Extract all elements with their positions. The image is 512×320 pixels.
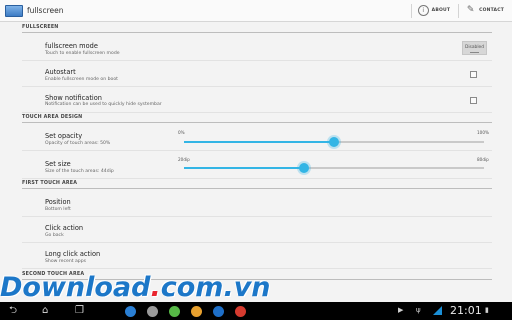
opacity-max-label: 100% bbox=[477, 130, 489, 135]
pref-summary: Opacity of touch areas: 50% bbox=[45, 141, 111, 146]
window-icon[interactable] bbox=[5, 4, 23, 17]
action-bar: fullscreen i ABOUT ✎ CONTACT bbox=[0, 0, 512, 22]
category-first-touch-area: FIRST TOUCH AREA bbox=[22, 181, 492, 189]
pref-title: Position bbox=[45, 198, 71, 206]
app-title: fullscreen bbox=[27, 6, 64, 15]
pref-summary: Show recent apps bbox=[45, 259, 87, 264]
slider-thumb[interactable] bbox=[299, 163, 309, 173]
slider-thumb[interactable] bbox=[329, 137, 339, 147]
category-fullscreen: FULLSCREEN bbox=[22, 25, 492, 33]
dock-app-icon[interactable] bbox=[213, 306, 224, 317]
pref-title: fullscreen mode bbox=[45, 42, 98, 50]
battery-icon: ▮ bbox=[485, 306, 489, 314]
dock-app-icon[interactable] bbox=[191, 306, 202, 317]
watermark-dot: . bbox=[150, 272, 161, 303]
toggle-indicator bbox=[470, 52, 479, 53]
clock[interactable]: 21:01 bbox=[450, 304, 482, 317]
slider-fill bbox=[184, 141, 334, 143]
size-max-label: 80dip bbox=[477, 157, 489, 162]
toggle-label: Disabled bbox=[464, 45, 485, 50]
usb-icon: ψ bbox=[416, 306, 421, 314]
size-min-label: 20dip bbox=[178, 157, 190, 162]
signal-icon bbox=[433, 306, 442, 315]
action-separator bbox=[458, 3, 460, 18]
pencil-icon: ✎ bbox=[466, 5, 475, 15]
about-label: ABOUT bbox=[431, 8, 451, 13]
pref-summary: Touch to enable fullscreen mode bbox=[45, 51, 120, 56]
info-icon: i bbox=[417, 5, 429, 16]
pref-title: Show notification bbox=[45, 94, 102, 102]
pref-position[interactable]: Position Bottom left bbox=[22, 191, 492, 217]
slider-fill bbox=[184, 167, 304, 169]
pref-summary: Notification can be used to quickly hide… bbox=[45, 102, 162, 107]
recent-apps-icon[interactable]: ❐ bbox=[75, 305, 84, 317]
dock-app-icon[interactable] bbox=[147, 306, 158, 317]
size-slider[interactable] bbox=[184, 163, 484, 173]
pref-fullscreen-mode[interactable]: fullscreen mode Touch to enable fullscre… bbox=[22, 34, 492, 61]
category-touch-area-design: TOUCH AREA DESIGN bbox=[22, 115, 492, 123]
download-watermark-logo: Download.com.vn bbox=[0, 272, 271, 303]
notification-checkbox[interactable] bbox=[470, 97, 477, 104]
contact-label: CONTACT bbox=[479, 8, 504, 13]
pref-title: Autostart bbox=[45, 68, 76, 76]
watermark-domain: com.vn bbox=[160, 272, 271, 303]
pref-autostart[interactable]: Autostart Enable fullscreen mode on boot bbox=[22, 62, 492, 87]
autostart-checkbox[interactable] bbox=[470, 71, 477, 78]
pref-show-notification[interactable]: Show notification Notification can be us… bbox=[22, 88, 492, 113]
pref-summary: Enable fullscreen mode on boot bbox=[45, 77, 118, 82]
contact-button[interactable]: ✎ CONTACT bbox=[465, 5, 504, 16]
about-button[interactable]: i ABOUT bbox=[417, 5, 451, 16]
pref-long-click-action[interactable]: Long click action Show recent apps bbox=[22, 243, 492, 269]
pref-click-action[interactable]: Click action Go back bbox=[22, 217, 492, 243]
watermark-text: Download bbox=[0, 272, 151, 303]
fullscreen-toggle-button[interactable]: Disabled bbox=[462, 41, 487, 55]
pref-title: Set size bbox=[45, 160, 71, 168]
opacity-min-label: 0% bbox=[178, 130, 185, 135]
dock-app-icon[interactable] bbox=[125, 306, 136, 317]
home-icon[interactable]: ⌂ bbox=[42, 305, 48, 317]
dock-app-icon[interactable] bbox=[169, 306, 180, 317]
pref-title: Long click action bbox=[45, 250, 101, 258]
system-bar: ⮌ ⌂ ❐ ▶ ψ 21:01 ▮ bbox=[0, 302, 512, 320]
back-icon[interactable]: ⮌ bbox=[9, 305, 17, 317]
opacity-slider[interactable] bbox=[184, 137, 484, 147]
pref-summary: Bottom left bbox=[45, 207, 71, 212]
play-icon: ▶ bbox=[398, 306, 404, 314]
pref-summary: Size of the touch areas: 44dip bbox=[45, 169, 114, 174]
pref-summary: Go back bbox=[45, 233, 64, 238]
action-separator bbox=[410, 3, 412, 18]
pref-title: Set opacity bbox=[45, 132, 83, 140]
dock-app-icon[interactable] bbox=[235, 306, 246, 317]
pref-title: Click action bbox=[45, 224, 84, 232]
preference-list[interactable]: FULLSCREEN fullscreen mode Touch to enab… bbox=[0, 22, 512, 302]
